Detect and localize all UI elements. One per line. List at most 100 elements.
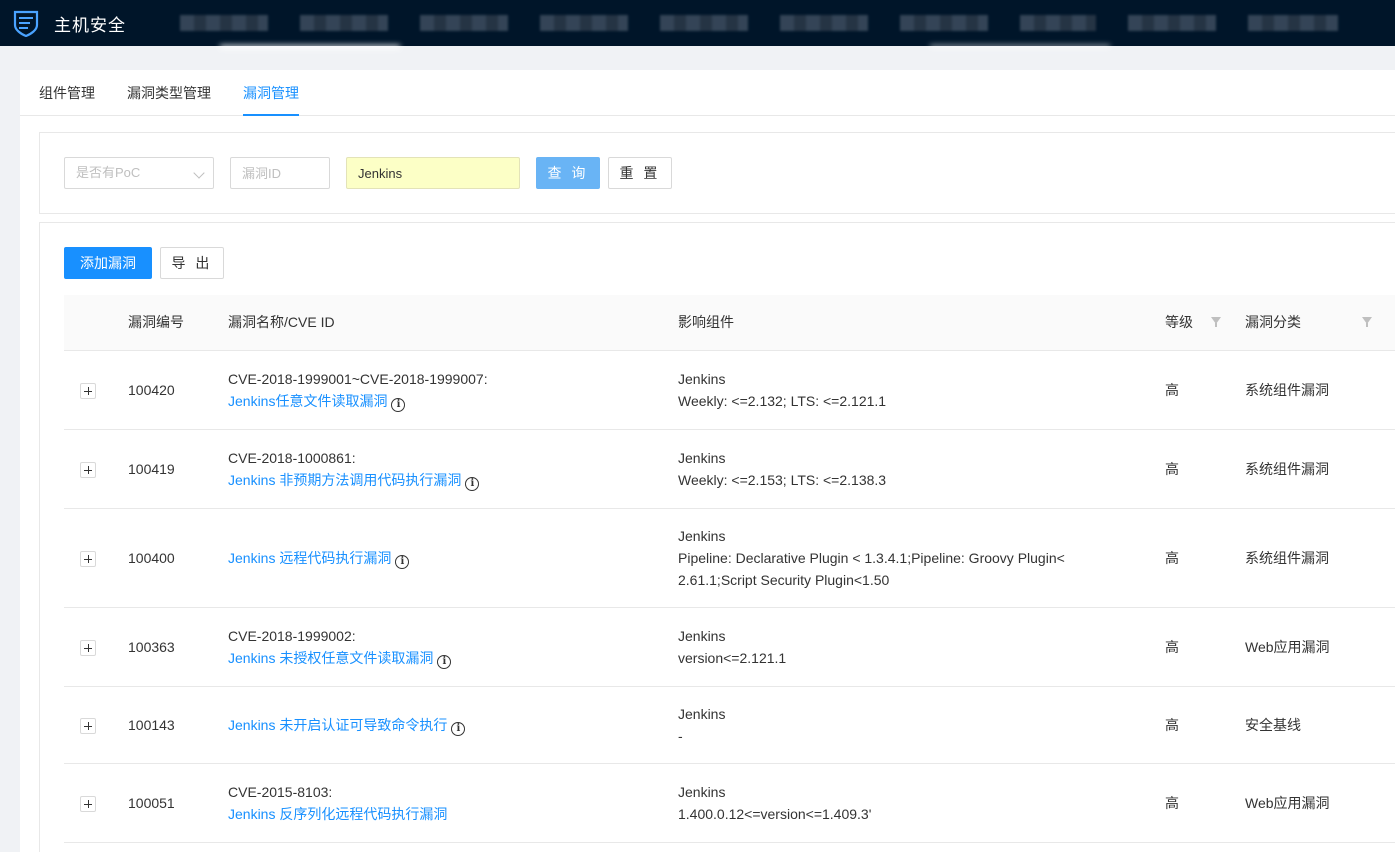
vuln-id-input[interactable] [230,157,330,189]
expand-row-icon[interactable] [80,550,96,567]
tab-bar: 组件管理 漏洞类型管理 漏洞管理 [20,70,1395,116]
component-cell: Jenkins 1.400.0.12<=version<=1.409.3' [678,763,1165,843]
redacted-nav-item[interactable] [1020,15,1096,31]
vuln-name-link[interactable]: Jenkins 未开启认证可导致命令执行 [228,717,447,733]
vuln-category: Web应用漏洞 [1245,763,1395,843]
keyword-input[interactable] [346,157,520,189]
component-cell: Jenkins Pipeline: Declarative Plugin < 1… [678,508,1165,608]
expand-row-icon[interactable] [80,795,96,812]
expand-row-icon[interactable] [80,717,96,734]
vuln-category: 安全基线 [1245,686,1395,764]
redacted-nav-item[interactable] [420,15,508,31]
col-header-name: 漏洞名称/CVE ID [228,295,678,351]
vuln-id: 100419 [128,429,228,509]
redacted-nav-item[interactable] [180,15,268,31]
redacted-nav-item[interactable] [780,15,868,31]
vuln-level: 高 [1165,686,1245,764]
add-vuln-button[interactable]: 添加漏洞 [64,247,152,279]
table-header-row: 漏洞编号 漏洞名称/CVE ID 影响组件 等级 漏洞分类 [64,295,1395,351]
component-cell: Jenkins version<=2.121.1 [678,607,1165,687]
col-header-level: 等级 [1165,295,1245,351]
vuln-name-cell: CVE-2018-1999002: Jenkins 未授权任意文件读取漏洞 i [228,607,678,687]
redacted-nav-item[interactable] [300,15,388,31]
table-row: 100051 CVE-2015-8103: Jenkins 反序列化远程代码执行… [64,763,1395,843]
info-icon[interactable]: i [395,554,410,569]
vuln-name-link[interactable]: Jenkins 反序列化远程代码执行漏洞 [228,806,447,822]
info-icon[interactable]: i [451,721,466,736]
query-button[interactable]: 查 询 [536,157,600,189]
vuln-name-link[interactable]: Jenkins 非预期方法调用代码执行漏洞 [228,472,461,488]
vuln-id: 100143 [128,686,228,764]
shield-server-icon [13,10,39,37]
vuln-level: 高 [1165,429,1245,509]
info-icon[interactable]: i [465,476,480,491]
vuln-name-cell: CVE-2018-1000861: Jenkins 非预期方法调用代码执行漏洞 i [228,429,678,509]
filter-icon[interactable] [1211,317,1221,327]
filter-icon[interactable] [1362,317,1372,327]
component-versions: Pipeline: Declarative Plugin < 1.3.4.1;P… [678,549,1065,566]
info-icon[interactable]: i [437,654,452,669]
vuln-name-link[interactable]: Jenkins 未授权任意文件读取漏洞 [228,650,433,666]
component-cell: Jenkins Weekly: <=2.153; LTS: <=2.138.3 [678,429,1165,509]
component-name: Jenkins [678,449,726,466]
redacted-nav-item[interactable] [1248,15,1338,31]
vuln-category: 系统组件漏洞 [1245,508,1395,608]
vuln-level: 高 [1165,350,1245,430]
redacted-nav-item[interactable] [1128,15,1216,31]
component-versions-cont: 2.61.1;Script Security Plugin<1.50 [678,571,890,588]
cve-id: CVE-2015-8103: [228,783,333,800]
component-name: Jenkins [678,370,726,387]
table-row: 100143 Jenkins 未开启认证可导致命令执行 i Jenkins - 高… [64,686,1395,764]
expand-row-icon[interactable] [80,639,96,656]
col-header-level-label: 等级 [1165,314,1193,331]
redacted-nav-item[interactable] [900,15,988,31]
vuln-name-cell: Jenkins 远程代码执行漏洞 i [228,508,678,608]
component-name: Jenkins [678,783,726,800]
vuln-level: 高 [1165,607,1245,687]
expand-row-icon[interactable] [80,382,96,399]
vuln-id: 100400 [128,508,228,608]
top-bar: 主机安全 [0,0,1395,46]
tab-component-management[interactable]: 组件管理 [39,70,95,116]
vuln-id: 100420 [128,350,228,430]
expand-row-icon[interactable] [80,461,96,478]
cve-id: CVE-2018-1000861: [228,449,356,466]
component-versions: Weekly: <=2.132; LTS: <=2.121.1 [678,392,887,409]
vuln-id: 100363 [128,607,228,687]
redacted-nav-item[interactable] [540,15,628,31]
reset-button[interactable]: 重 置 [608,157,672,189]
table-row: 100400 Jenkins 远程代码执行漏洞 i Jenkins Pipelin… [64,508,1395,608]
vuln-table: 漏洞编号 漏洞名称/CVE ID 影响组件 等级 漏洞分类 100420 CVE… [64,295,1395,843]
poc-select[interactable]: 是否有PoC [64,157,214,189]
top-nav-redacted [180,0,1338,46]
poc-select-placeholder: 是否有PoC [76,165,141,180]
vuln-name-cell: CVE-2015-8103: Jenkins 反序列化远程代码执行漏洞 [228,763,678,843]
vuln-name-link[interactable]: Jenkins任意文件读取漏洞 [228,393,387,409]
component-versions: Weekly: <=2.153; LTS: <=2.138.3 [678,471,887,488]
cve-id: CVE-2018-1999001~CVE-2018-1999007: [228,370,488,387]
table-row: 100419 CVE-2018-1000861: Jenkins 非预期方法调用… [64,429,1395,509]
vuln-category: 系统组件漏洞 [1245,429,1395,509]
cve-id: CVE-2018-1999002: [228,627,356,644]
component-name: Jenkins [678,705,726,722]
vuln-level: 高 [1165,508,1245,608]
tab-vuln-type-management[interactable]: 漏洞类型管理 [127,70,211,116]
tab-vuln-management[interactable]: 漏洞管理 [243,70,299,116]
component-name: Jenkins [678,627,726,644]
redacted-nav-item[interactable] [660,15,748,31]
app-title: 主机安全 [54,15,126,35]
vuln-id: 100051 [128,763,228,843]
nav-active-indicator [220,45,400,49]
vuln-name-link[interactable]: Jenkins 远程代码执行漏洞 [228,550,391,566]
vuln-category: 系统组件漏洞 [1245,350,1395,430]
vuln-list-panel: 添加漏洞 导 出 漏洞编号 漏洞名称/CVE ID 影响组件 等级 漏洞分类 1… [39,222,1395,852]
filter-panel: 是否有PoC 查 询 重 置 [39,132,1395,214]
vuln-category: Web应用漏洞 [1245,607,1395,687]
expand-col-header [64,295,128,351]
table-row: 100363 CVE-2018-1999002: Jenkins 未授权任意文件… [64,607,1395,687]
info-icon[interactable]: i [391,397,406,412]
col-header-category: 漏洞分类 [1245,295,1395,351]
export-button[interactable]: 导 出 [160,247,224,279]
col-header-component: 影响组件 [678,295,1165,351]
col-header-category-label: 漏洞分类 [1245,314,1301,331]
